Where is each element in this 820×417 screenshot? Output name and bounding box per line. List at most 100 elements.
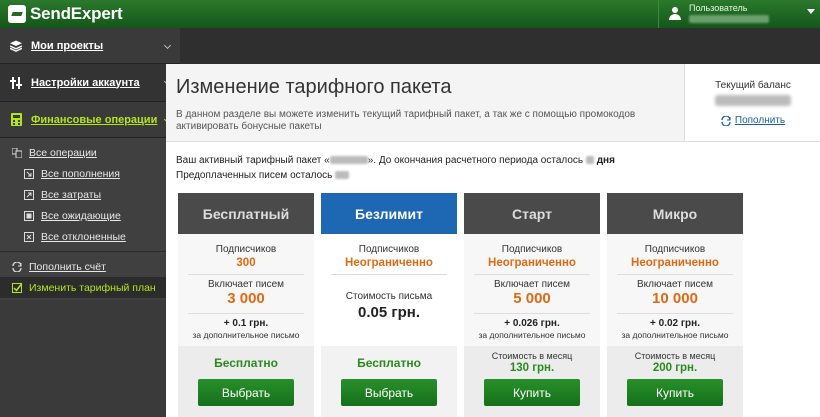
extra-price: + 0.1 грн.	[223, 318, 269, 329]
page-description: В данном разделе вы можете изменить теку…	[176, 109, 636, 132]
plan-footer: Стоимость в месяц 200 грн. Купить	[607, 346, 743, 417]
price-text: Бесплатно	[214, 356, 278, 370]
balance-value-redacted	[715, 95, 791, 106]
sidebar-item-label: Изменить тарифный план	[29, 281, 156, 294]
subscribers-label: Подписчиков	[501, 244, 563, 255]
sidebar: Мои проекты Настройки аккаунта Финансовы…	[0, 28, 180, 417]
subscribers-value: 300	[236, 257, 256, 269]
plan-title: Бесплатный	[178, 193, 314, 234]
balance-box: Текущий баланс Пополнить	[684, 64, 820, 142]
prepaid-text: Предоплаченных писем осталось	[176, 170, 333, 181]
page-header: Изменение тарифного пакета В данном разд…	[166, 64, 684, 142]
select-button[interactable]: Выбрать	[341, 379, 437, 406]
refill-link-label: Пополнить	[734, 115, 786, 126]
plan-title: Безлимит	[321, 193, 457, 234]
plan-card-free: Бесплатный Подписчиков 300 Включает писе…	[178, 193, 314, 417]
declined-icon	[24, 231, 34, 242]
included-value: 3 000	[227, 290, 265, 307]
logo-text: SendExpert	[30, 4, 123, 23]
sidebar-finance[interactable]: Финансовые операции	[0, 102, 180, 138]
divider	[474, 313, 590, 314]
page-title: Изменение тарифного пакета	[176, 76, 452, 98]
monthly-cost-label: Стоимость в месяц	[491, 351, 573, 361]
sidebar-item-label: Все пополнения	[41, 167, 120, 180]
monthly-cost-value: 200 грн.	[652, 362, 698, 374]
monthly-cost-value: 130 грн.	[509, 362, 555, 374]
divider	[617, 274, 733, 275]
included-value: 5 000	[513, 290, 551, 307]
buy-button[interactable]: Купить	[484, 379, 580, 406]
sidebar-item-label: Пополнить счёт	[29, 260, 106, 273]
user-icon	[669, 7, 681, 20]
subscribers-label: Подписчиков	[215, 244, 277, 255]
included-value: 10 000	[652, 290, 698, 307]
chevron-down-icon	[163, 41, 172, 50]
sidebar-item-all-declined[interactable]: Все отклоненные	[0, 226, 180, 247]
user-label: Пользователь	[689, 3, 748, 13]
sidebar-item-all-operations[interactable]: Все операции	[0, 142, 180, 163]
plan-card-start: Старт Подписчиков Неограниченно Включает…	[464, 193, 600, 417]
balance-label: Текущий баланс	[715, 80, 791, 91]
sidebar-settings-label: Настройки аккаунта	[31, 76, 140, 89]
plan-details: Подписчиков Неограниченно Стоимость пись…	[321, 234, 457, 346]
plan-details: Подписчиков Неограниченно Включает писем…	[607, 234, 743, 346]
plan-details: Подписчиков 300 Включает писем 3 000 + 0…	[178, 234, 314, 346]
plan-details: Подписчиков Неограниченно Включает писем…	[464, 234, 600, 346]
plan-card-unlimited: Безлимит Подписчиков Неограниченно Стоим…	[321, 193, 457, 417]
prepaid-redacted	[335, 171, 350, 180]
plan-info: Ваш активный тарифный пакет « ». До оконч…	[176, 153, 615, 183]
sidebar-projects[interactable]: Мои проекты	[0, 28, 180, 64]
extra-label: за дополнительное письмо	[478, 330, 586, 340]
divider	[617, 313, 733, 314]
refresh-icon	[721, 114, 731, 127]
user-menu[interactable]: Пользователь	[658, 0, 820, 28]
refresh-icon	[12, 261, 22, 272]
top-bar: SendExpert Пользователь	[0, 0, 820, 28]
info-text: ». До окончания расчетного периода остал…	[367, 155, 584, 166]
sidebar-item-all-pending[interactable]: Все ожидающие	[0, 205, 180, 226]
nav-bar	[180, 28, 820, 64]
subscribers-value: Неограниченно	[488, 257, 576, 269]
sidebar-item-refill[interactable]: Пополнить счёт	[0, 256, 180, 277]
sidebar-item-all-expenses[interactable]: Все затраты	[0, 184, 180, 205]
info-text: Ваш активный тарифный пакет «	[176, 155, 330, 166]
user-name-redacted	[689, 15, 769, 23]
sidebar-settings[interactable]: Настройки аккаунта	[0, 64, 180, 102]
extra-price: + 0.02 грн.	[650, 318, 700, 329]
refill-link[interactable]: Пополнить	[685, 114, 820, 127]
sidebar-item-all-refills[interactable]: Все пополнения	[0, 163, 180, 184]
divider	[331, 274, 447, 275]
plan-title: Старт	[464, 193, 600, 234]
cost-label: Стоимость письма	[345, 291, 433, 302]
sidebar-finance-submenu: Все операции Все пополнения Все затраты …	[0, 138, 180, 300]
price-text: Бесплатно	[357, 356, 421, 370]
layers-icon	[10, 39, 22, 52]
extra-price: + 0.026 грн.	[504, 318, 560, 329]
upload-icon	[24, 189, 34, 200]
sidebar-finance-label: Финансовые операции	[31, 113, 158, 126]
included-label: Включает писем	[636, 279, 714, 290]
divider	[188, 313, 304, 314]
sidebar-item-change-plan[interactable]: Изменить тарифный план	[0, 277, 180, 298]
plan-footer: Бесплатно Выбрать	[321, 346, 457, 417]
plan-footer: Бесплатно Выбрать	[178, 346, 314, 417]
download-icon	[24, 168, 34, 179]
subscribers-label: Подписчиков	[644, 244, 706, 255]
select-button[interactable]: Выбрать	[198, 379, 294, 406]
pending-icon	[24, 210, 34, 221]
divider	[474, 274, 590, 275]
logo-icon	[8, 5, 26, 23]
buy-button[interactable]: Купить	[627, 379, 723, 406]
included-label: Включает писем	[493, 279, 571, 290]
caret-down-icon[interactable]	[807, 9, 815, 14]
sidebar-projects-label: Мои проекты	[31, 39, 104, 52]
list-icon	[12, 147, 22, 158]
plan-footer: Стоимость в месяц 130 грн. Купить	[464, 346, 600, 417]
cost-value: 0.05 грн.	[358, 304, 420, 321]
included-label: Включает писем	[207, 279, 285, 290]
logo[interactable]: SendExpert	[8, 4, 123, 24]
days-redacted	[585, 156, 594, 165]
subscribers-label: Подписчиков	[358, 244, 420, 255]
extra-label: за дополнительное письмо	[192, 330, 300, 340]
plan-title: Микро	[607, 193, 743, 234]
